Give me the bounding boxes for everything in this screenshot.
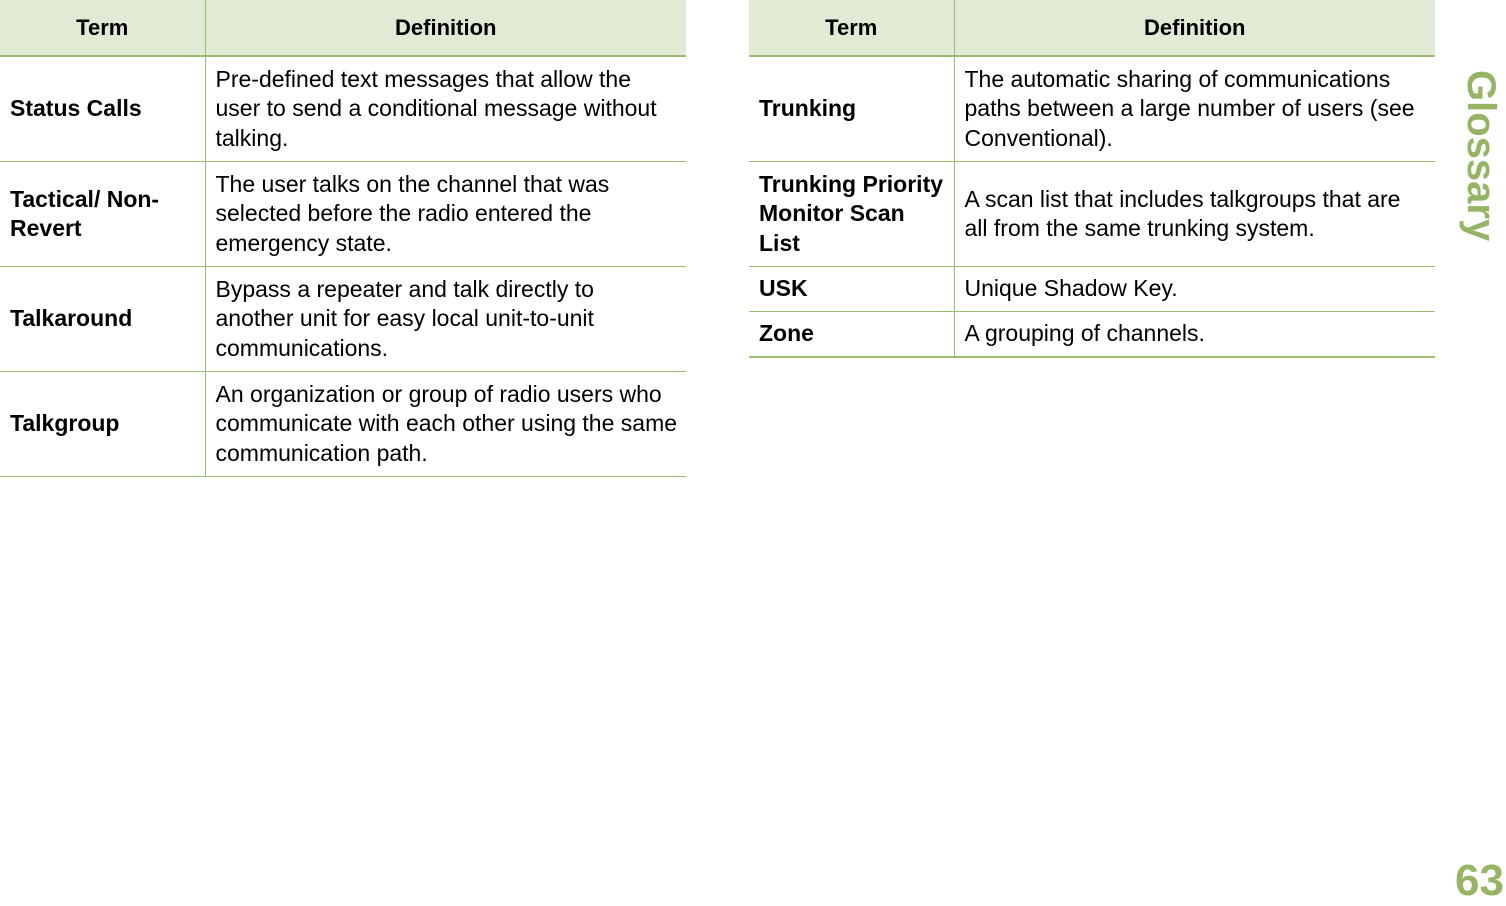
column-header-definition: Definition (954, 0, 1435, 57)
term-cell: Trunking Priority Monitor Scan List (749, 161, 955, 267)
table-row: Trunking The automatic sharing of commun… (749, 56, 1435, 162)
table-row: Status Calls Pre-defined text messages t… (0, 56, 686, 162)
definition-cell: An organization or group of radio users … (205, 371, 686, 477)
page-number: 63 (1455, 856, 1504, 905)
term-cell: Status Calls (0, 56, 206, 162)
column-header-term: Term (749, 0, 955, 57)
term-cell: Talkgroup (0, 371, 206, 477)
definition-cell: The automatic sharing of communications … (954, 56, 1435, 162)
definition-cell: Bypass a repeater and talk directly to a… (205, 266, 686, 372)
term-cell: Tactical/ Non-Revert (0, 161, 206, 267)
term-cell: Talkaround (0, 266, 206, 372)
column-header-term: Term (0, 0, 206, 57)
definition-cell: A grouping of channels. (954, 311, 1435, 358)
table-header-row: Term Definition (749, 0, 1435, 57)
column-header-definition: Definition (205, 0, 686, 57)
definition-cell: Unique Shadow Key. (954, 266, 1435, 312)
glossary-table-right: Term Definition Trunking The automatic s… (749, 0, 1435, 358)
table-row: Talkaround Bypass a repeater and talk di… (0, 266, 686, 372)
section-title: Glossary (1459, 70, 1503, 242)
definition-cell: A scan list that includes talkgroups tha… (954, 161, 1435, 267)
table-row: Tactical/ Non-Revert The user talks on t… (0, 161, 686, 267)
term-cell: Trunking (749, 56, 955, 162)
definition-cell: The user talks on the channel that was s… (205, 161, 686, 267)
table-row: Trunking Priority Monitor Scan List A sc… (749, 161, 1435, 267)
term-cell: Zone (749, 311, 955, 358)
term-cell: USK (749, 266, 955, 312)
table-row: USK Unique Shadow Key. (749, 266, 1435, 312)
table-row: Talkgroup An organization or group of ra… (0, 371, 686, 477)
glossary-table-left: Term Definition Status Calls Pre-defined… (0, 0, 686, 477)
table-row: Zone A grouping of channels. (749, 311, 1435, 358)
table-header-row: Term Definition (0, 0, 686, 57)
definition-cell: Pre-defined text messages that allow the… (205, 56, 686, 162)
